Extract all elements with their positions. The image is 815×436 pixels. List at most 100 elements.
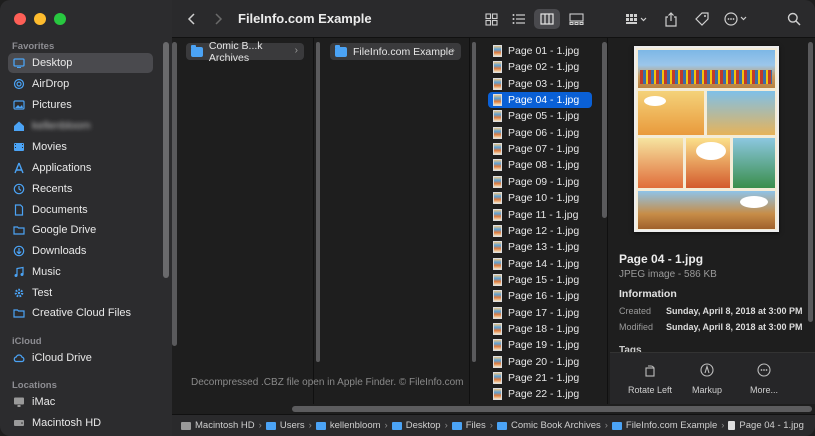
path-crumb[interactable]: Page 04 - 1.jpg <box>728 420 804 431</box>
file-row[interactable]: Page 08 - 1.jpg <box>488 157 592 173</box>
markup-icon <box>700 363 714 377</box>
file-row[interactable]: Page 20 - 1.jpg <box>488 354 592 370</box>
share-button[interactable] <box>662 9 680 29</box>
file-row[interactable]: Page 09 - 1.jpg <box>488 174 592 190</box>
gallery-view-button[interactable] <box>564 9 588 29</box>
path-crumb-label: kellenbloom <box>329 420 381 431</box>
file-row[interactable]: Page 14 - 1.jpg <box>488 256 592 272</box>
sidebar-item-home[interactable]: kellenbloom <box>8 116 153 136</box>
zoom-button[interactable] <box>54 13 66 25</box>
tags-button[interactable] <box>692 9 712 29</box>
sidebar-item-macintosh-hd[interactable]: Macintosh HD <box>8 413 153 433</box>
information-heading: Information <box>619 288 677 300</box>
file-row[interactable]: Page 01 - 1.jpg <box>488 43 592 59</box>
comic-page-thumbnail <box>634 46 779 232</box>
image-file-icon <box>493 77 502 90</box>
created-label: Created <box>619 306 652 316</box>
horizontal-scrollbar[interactable] <box>292 406 812 412</box>
sidebar-item-recents[interactable]: Recents <box>8 179 153 199</box>
folder-icon <box>13 224 25 236</box>
column-1-scrollbar[interactable] <box>172 42 177 346</box>
file-row[interactable]: Page 11 - 1.jpg <box>488 207 592 223</box>
sidebar-item-test[interactable]: Test <box>8 283 153 303</box>
path-crumb[interactable]: Comic Book Archives <box>496 420 601 431</box>
column-view-button[interactable] <box>534 9 560 29</box>
grid-icon <box>484 12 498 26</box>
file-name: Page 09 - 1.jpg <box>508 175 580 188</box>
path-crumb-label: Comic Book Archives <box>510 420 601 431</box>
path-crumb-label: Users <box>279 420 305 431</box>
gallery-icon <box>568 13 584 25</box>
icon-view-button[interactable] <box>480 9 502 29</box>
sidebar-item-movies[interactable]: Movies <box>8 137 153 157</box>
sidebar-item-applications[interactable]: Applications <box>8 158 153 178</box>
file-name: Page 21 - 1.jpg <box>508 372 580 384</box>
rotate-left-button[interactable]: Rotate Left <box>620 363 680 395</box>
sidebar-scrollbar[interactable] <box>163 42 169 278</box>
path-crumb[interactable]: Files <box>451 420 486 431</box>
action-button[interactable] <box>722 9 752 29</box>
markup-button[interactable]: Markup <box>677 363 737 395</box>
file-name: Page 02 - 1.jpg <box>508 61 580 74</box>
file-row[interactable]: Page 18 - 1.jpg <box>488 321 592 337</box>
file-row[interactable]: Page 15 - 1.jpg <box>488 272 592 288</box>
folder-icon <box>335 44 347 57</box>
preview-scrollbar[interactable] <box>808 42 813 322</box>
sidebar-item-downloads[interactable]: Downloads <box>8 241 153 261</box>
image-file-icon <box>493 241 502 254</box>
file-row[interactable]: Page 06 - 1.jpg <box>488 125 592 141</box>
path-crumb[interactable]: kellenbloom <box>315 420 381 431</box>
sidebar-item-pictures[interactable]: Pictures <box>8 95 153 115</box>
sidebar-item-music[interactable]: Music <box>8 262 153 282</box>
sidebar-item-icloud-drive[interactable]: iCloud Drive <box>8 348 153 368</box>
file-row[interactable]: Page 21 - 1.jpg <box>488 370 592 386</box>
sidebar-item-creative-cloud[interactable]: Creative Cloud Files <box>8 303 153 323</box>
path-crumb[interactable]: Desktop <box>391 420 441 431</box>
path-crumb[interactable]: Macintosh HD <box>181 420 255 431</box>
file-row[interactable]: Page 03 - 1.jpg <box>488 76 592 92</box>
file-row[interactable]: Page 19 - 1.jpg <box>488 337 592 353</box>
file-row[interactable]: Page 22 - 1.jpg <box>488 386 592 402</box>
back-button[interactable] <box>184 9 200 29</box>
sidebar-item-label: Music <box>32 266 61 278</box>
sidebar-item-label: Applications <box>32 162 92 174</box>
file-row[interactable]: Page 05 - 1.jpg <box>488 108 592 124</box>
image-file-icon <box>493 224 502 237</box>
file-name: Page 10 - 1.jpg <box>508 192 580 205</box>
path-crumb[interactable]: FileInfo.com Example <box>611 420 717 431</box>
file-row[interactable]: Page 07 - 1.jpg <box>488 141 592 157</box>
music-icon <box>13 266 25 278</box>
more-button[interactable]: More... <box>734 363 794 395</box>
sidebar-item-imac[interactable]: iMac <box>8 392 153 412</box>
group-grid-icon <box>626 14 647 24</box>
column-3-scrollbar[interactable] <box>602 42 607 218</box>
file-row[interactable]: Page 02 - 1.jpg <box>488 59 592 75</box>
folder-fileinfo-example[interactable]: FileInfo.com Example › <box>330 43 461 60</box>
file-name: Page 05 - 1.jpg <box>508 110 580 123</box>
file-row[interactable]: Page 12 - 1.jpg <box>488 223 592 239</box>
sidebar-item-documents[interactable]: Documents <box>8 200 153 220</box>
path-crumb[interactable]: Users <box>265 420 305 431</box>
file-name: Page 13 - 1.jpg <box>508 241 580 254</box>
file-row[interactable]: Page 04 - 1.jpg <box>488 92 592 109</box>
folder-icon <box>611 421 622 430</box>
image-file-icon <box>493 355 502 368</box>
file-row[interactable]: Page 10 - 1.jpg <box>488 190 592 206</box>
file-row[interactable]: Page 13 - 1.jpg <box>488 239 592 255</box>
file-row[interactable]: Page 17 - 1.jpg <box>488 305 592 321</box>
sidebar-item-google-drive[interactable]: Google Drive <box>8 220 153 240</box>
sidebar-item-airdrop[interactable]: AirDrop <box>8 74 153 94</box>
column-3-left-scrollbar[interactable] <box>472 42 476 362</box>
close-button[interactable] <box>14 13 26 25</box>
search-button[interactable] <box>784 9 804 29</box>
file-row[interactable]: Page 16 - 1.jpg <box>488 288 592 304</box>
column-2-scrollbar[interactable] <box>316 42 320 362</box>
forward-button[interactable] <box>210 9 226 29</box>
sidebar-item-desktop[interactable]: Desktop <box>8 53 153 73</box>
file-name: Page 14 - 1.jpg <box>508 257 580 270</box>
group-button[interactable] <box>622 9 652 29</box>
list-view-button[interactable] <box>508 9 530 29</box>
minimize-button[interactable] <box>34 13 46 25</box>
file-name: Page 12 - 1.jpg <box>508 224 580 237</box>
folder-comic-book-archives[interactable]: Comic B...k Archives › <box>186 40 304 64</box>
